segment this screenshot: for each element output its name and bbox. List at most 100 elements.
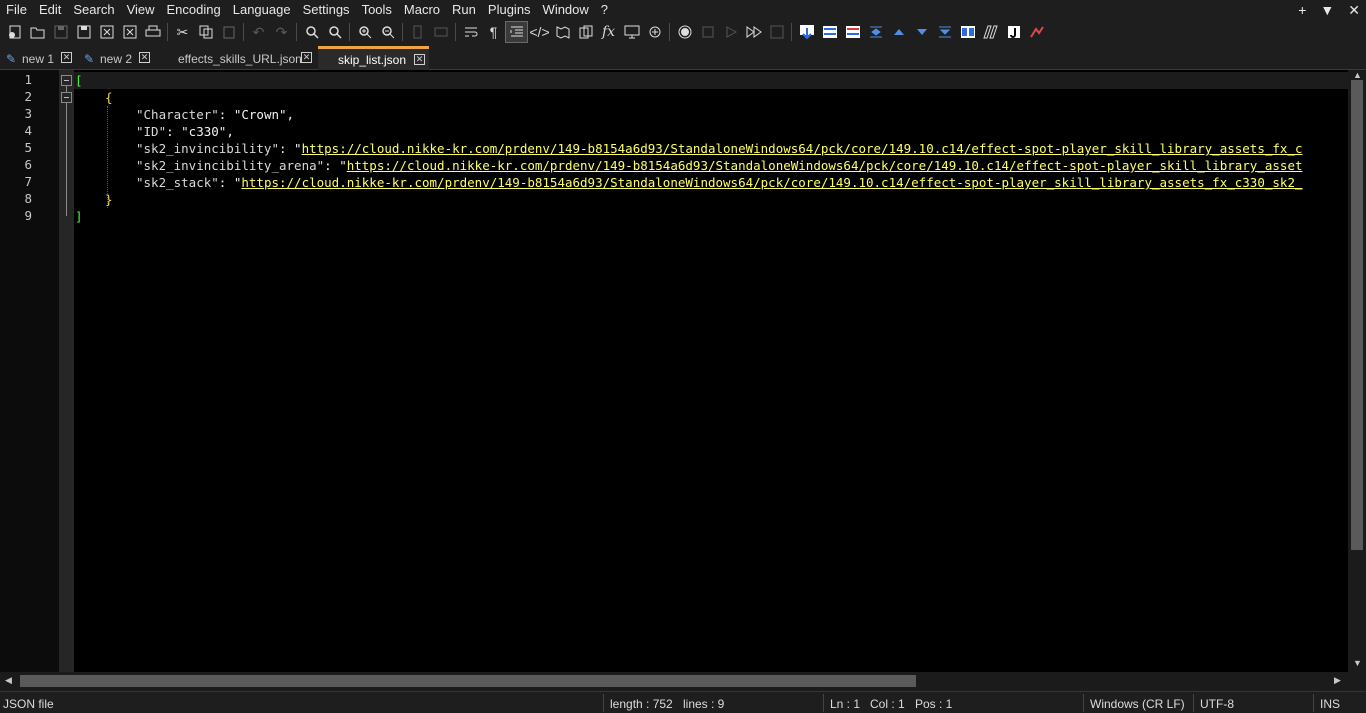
status-separator [1313, 694, 1314, 712]
line-number: 1 [24, 72, 32, 87]
status-insert-mode[interactable]: INS [1320, 697, 1340, 711]
status-separator [603, 694, 604, 712]
menu-file[interactable]: File [0, 0, 33, 20]
cut-icon[interactable]: ✂ [171, 21, 194, 43]
vertical-scrollbar[interactable]: ▲ ▼ [1348, 70, 1366, 672]
sync-h-icon[interactable] [429, 21, 452, 43]
close-bracket: ] [75, 209, 83, 224]
editor-pane[interactable]: 1 2 3 4 5 6 7 8 9 [ { "Character": "Crow… [0, 70, 1348, 672]
record-macro-icon[interactable] [673, 21, 696, 43]
status-file-type: JSON file [3, 697, 54, 711]
status-encoding[interactable]: UTF-8 [1200, 697, 1234, 711]
menu-settings[interactable]: Settings [297, 0, 356, 20]
replace-icon[interactable] [323, 21, 346, 43]
scroll-right-icon[interactable]: ▶ [1334, 675, 1341, 686]
menu-encoding[interactable]: Encoding [161, 0, 227, 20]
tab-close-icon[interactable]: ✕ [414, 54, 425, 65]
horizontal-scroll-thumb[interactable] [20, 675, 916, 687]
save-icon[interactable] [49, 21, 72, 43]
fold-collapse-icon[interactable] [61, 92, 72, 103]
scroll-left-icon[interactable]: ◀ [5, 675, 12, 686]
toolbar-separator [791, 23, 792, 41]
plugin-10-icon[interactable] [1002, 21, 1025, 43]
save-macro-icon[interactable] [765, 21, 788, 43]
tab-close-icon[interactable]: ✕ [301, 52, 312, 63]
status-separator [1193, 694, 1194, 712]
doc-map-icon[interactable] [551, 21, 574, 43]
word-wrap-icon[interactable] [459, 21, 482, 43]
url-link[interactable]: https://cloud.nikke-kr.com/prdenv/149-b8… [241, 175, 1302, 190]
paste-icon[interactable] [217, 21, 240, 43]
xml-tag-icon[interactable]: </> [528, 21, 551, 43]
status-eol[interactable]: Windows (CR LF) [1090, 697, 1185, 711]
undo-icon[interactable]: ↶ [247, 21, 270, 43]
scrollbar-corner [1348, 672, 1366, 690]
sync-v-icon[interactable] [406, 21, 429, 43]
menu-language[interactable]: Language [227, 0, 297, 20]
monitor-icon[interactable] [620, 21, 643, 43]
scroll-up-icon[interactable]: ▲ [1353, 70, 1362, 80]
redo-icon[interactable]: ↷ [270, 21, 293, 43]
stop-macro-icon[interactable] [696, 21, 719, 43]
scroll-down-icon[interactable]: ▼ [1353, 658, 1362, 668]
plugin-4-icon[interactable] [864, 21, 887, 43]
menu-view[interactable]: View [121, 0, 161, 20]
tab-label: new 2 [100, 52, 133, 66]
zoom-out-icon[interactable] [376, 21, 399, 43]
url-link[interactable]: https://cloud.nikke-kr.com/prdenv/149-b8… [302, 141, 1303, 156]
code-area[interactable]: [ { "Character": "Crown", "ID": "c330", … [74, 70, 1348, 672]
close-icon[interactable] [95, 21, 118, 43]
plugin-9-icon[interactable] [979, 21, 1002, 43]
tab-effects-skills-url-json[interactable]: effects_skills_URL.json ✕ [158, 48, 316, 70]
plugin-6-icon[interactable] [910, 21, 933, 43]
tab-new-2[interactable]: ✎ new 2 ✕ [80, 48, 154, 70]
vertical-scroll-thumb[interactable] [1351, 80, 1363, 550]
line-number: 9 [24, 208, 32, 223]
plugin-2-icon[interactable] [818, 21, 841, 43]
function-list-icon[interactable]: fx [597, 21, 620, 43]
menu-tools[interactable]: Tools [356, 0, 398, 20]
plugin-1-icon[interactable] [795, 21, 818, 43]
find-icon[interactable] [300, 21, 323, 43]
url-link[interactable]: https://cloud.nikke-kr.com/prdenv/149-b8… [347, 158, 1303, 173]
menu-macro[interactable]: Macro [398, 0, 446, 20]
tab-list-dropdown-button[interactable]: ▼ [1320, 0, 1334, 20]
menu-plugins[interactable]: Plugins [482, 0, 537, 20]
play-macro-icon[interactable] [719, 21, 742, 43]
close-document-button[interactable]: ✕ [1348, 0, 1360, 20]
tab-skip-list-json[interactable]: skip_list.json ✕ [318, 46, 429, 70]
print-icon[interactable] [141, 21, 164, 43]
fold-margin [59, 70, 74, 672]
tab-close-icon[interactable]: ✕ [61, 52, 72, 63]
copy-icon[interactable] [194, 21, 217, 43]
fold-collapse-icon[interactable] [61, 75, 72, 86]
indent-guide-icon[interactable] [505, 21, 528, 43]
status-separator [1083, 694, 1084, 712]
menu-help[interactable]: ? [595, 0, 614, 20]
plugin-11-icon[interactable] [1025, 21, 1048, 43]
menu-window[interactable]: Window [537, 0, 595, 20]
new-file-icon[interactable] [3, 21, 26, 43]
zoom-in-icon[interactable] [353, 21, 376, 43]
show-all-chars-icon[interactable]: ¶ [482, 21, 505, 43]
plugin-5-icon[interactable] [887, 21, 910, 43]
open-icon[interactable] [26, 21, 49, 43]
json-value: : "c330", [166, 124, 234, 139]
plugin-7-icon[interactable] [933, 21, 956, 43]
new-tab-plus-button[interactable]: + [1298, 0, 1306, 20]
plugin-3-icon[interactable] [841, 21, 864, 43]
horizontal-scrollbar[interactable]: ◀ ▶ [0, 672, 1348, 690]
menu-run[interactable]: Run [446, 0, 482, 20]
menu-edit[interactable]: Edit [33, 0, 67, 20]
status-position: Pos : 1 [915, 697, 953, 711]
code-line-2: { [105, 89, 113, 106]
folder-workspace-icon[interactable] [643, 21, 666, 43]
save-all-icon[interactable] [72, 21, 95, 43]
menu-search[interactable]: Search [67, 0, 120, 20]
tab-new-1[interactable]: ✎ new 1 ✕ [2, 48, 76, 70]
plugin-8-icon[interactable] [956, 21, 979, 43]
doc-list-icon[interactable] [574, 21, 597, 43]
tab-close-icon[interactable]: ✕ [139, 52, 150, 63]
run-macro-multiple-icon[interactable] [742, 21, 765, 43]
close-all-icon[interactable] [118, 21, 141, 43]
